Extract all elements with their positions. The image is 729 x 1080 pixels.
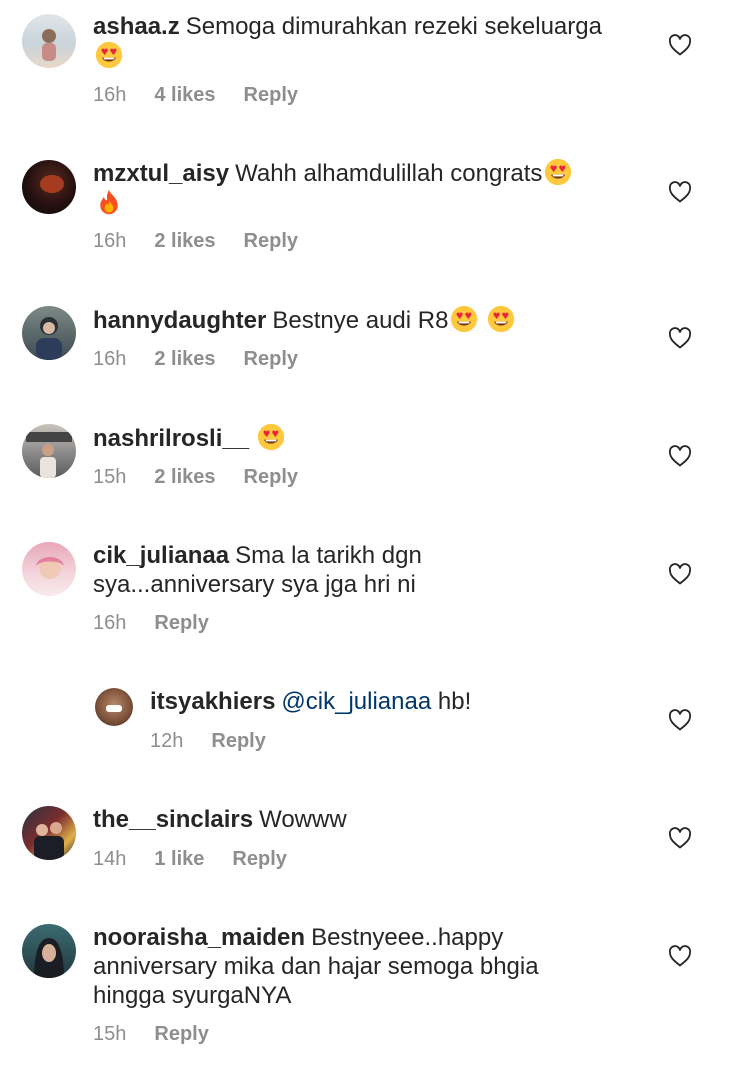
timestamp[interactable]: 12h <box>150 730 183 752</box>
like-heart-icon[interactable] <box>668 181 692 203</box>
comment-text: ashaa.z Semoga dimurahkan rezeki sekeluar… <box>93 12 633 71</box>
reply-button[interactable]: Reply <box>244 348 298 370</box>
username[interactable]: mzxtul_aisy <box>93 160 229 187</box>
comment-text: the__sinclairs Wowww <box>93 805 633 834</box>
timestamp[interactable]: 15h <box>93 466 126 488</box>
comment-body: Wowww <box>259 806 347 833</box>
timestamp[interactable]: 16h <box>93 84 126 106</box>
username[interactable]: hannydaughter <box>93 307 266 334</box>
likes-count[interactable]: 2 likes <box>154 230 215 252</box>
comment-text: nashrilrosli__ <box>93 423 633 453</box>
comment-meta: 16h 4 likes Reply <box>93 84 326 107</box>
like-heart-icon[interactable] <box>668 945 692 967</box>
like-heart-icon[interactable] <box>668 827 692 849</box>
reply-button[interactable]: Reply <box>244 84 298 106</box>
avatar[interactable] <box>22 924 76 978</box>
likes-count[interactable]: 2 likes <box>154 348 215 370</box>
comment-text: itsyakhiers @cik_julianaa hb! <box>150 687 630 716</box>
username[interactable]: ashaa.z <box>93 13 180 40</box>
likes-count[interactable]: 1 like <box>154 848 204 870</box>
comment-body: hb! <box>437 688 472 715</box>
avatar[interactable] <box>22 306 76 360</box>
username[interactable]: nashrilrosli__ <box>93 425 249 452</box>
like-heart-icon[interactable] <box>668 34 692 56</box>
timestamp[interactable]: 16h <box>93 348 126 370</box>
timestamp[interactable]: 16h <box>93 230 126 252</box>
avatar[interactable] <box>22 542 76 596</box>
reply-button[interactable]: Reply <box>244 466 298 488</box>
like-heart-icon[interactable] <box>668 445 692 467</box>
fire-emoji-icon <box>95 188 123 216</box>
comment-meta: 16h 2 likes Reply <box>93 230 326 253</box>
username[interactable]: itsyakhiers <box>150 688 275 715</box>
avatar[interactable] <box>95 688 133 726</box>
comment-meta: 12h Reply <box>150 730 294 753</box>
comment-meta: 14h 1 like Reply <box>93 848 315 871</box>
reply-button[interactable]: Reply <box>211 730 265 752</box>
heart-eyes-emoji-icon <box>257 423 285 451</box>
username[interactable]: the__sinclairs <box>93 806 253 833</box>
comment-text: cik_julianaa Sma la tarikh dgn sya...anni… <box>93 541 453 599</box>
username[interactable]: nooraisha_maiden <box>93 924 305 951</box>
reply-button[interactable]: Reply <box>154 612 208 634</box>
reply-button[interactable]: Reply <box>154 1023 208 1045</box>
avatar[interactable] <box>22 424 76 478</box>
comment-meta: 16h Reply <box>93 612 237 635</box>
comment-meta: 16h 2 likes Reply <box>93 348 326 371</box>
comment-meta: 15h 2 likes Reply <box>93 466 326 489</box>
likes-count[interactable]: 4 likes <box>154 84 215 106</box>
comment-body: Wahh alhamdulillah congrats <box>235 160 543 187</box>
heart-eyes-emoji-icon <box>95 41 123 69</box>
avatar[interactable] <box>22 806 76 860</box>
reply-button[interactable]: Reply <box>244 230 298 252</box>
mention-link[interactable]: @cik_julianaa <box>281 688 431 715</box>
timestamp[interactable]: 16h <box>93 612 126 634</box>
timestamp[interactable]: 14h <box>93 848 126 870</box>
avatar[interactable] <box>22 160 76 214</box>
comment-meta: 15h Reply <box>93 1023 237 1046</box>
like-heart-icon[interactable] <box>668 709 692 731</box>
comment-text: hannydaughter Bestnye audi R8 <box>93 305 633 335</box>
reply-button[interactable]: Reply <box>232 848 286 870</box>
like-heart-icon[interactable] <box>668 327 692 349</box>
heart-eyes-emoji-icon <box>487 305 515 333</box>
comment-text: mzxtul_aisy Wahh alhamdulillah congrats <box>93 158 633 218</box>
timestamp[interactable]: 15h <box>93 1023 126 1045</box>
likes-count[interactable]: 2 likes <box>154 466 215 488</box>
comment-text: nooraisha_maiden Bestnyeee..happy anniver… <box>93 923 563 1010</box>
comment-body: Semoga dimurahkan rezeki sekeluarga <box>185 13 602 40</box>
comment-body: Bestnye audi R8 <box>272 307 449 334</box>
heart-eyes-emoji-icon <box>544 158 572 186</box>
username[interactable]: cik_julianaa <box>93 542 229 569</box>
heart-eyes-emoji-icon <box>450 305 478 333</box>
avatar[interactable] <box>22 14 76 68</box>
like-heart-icon[interactable] <box>668 563 692 585</box>
